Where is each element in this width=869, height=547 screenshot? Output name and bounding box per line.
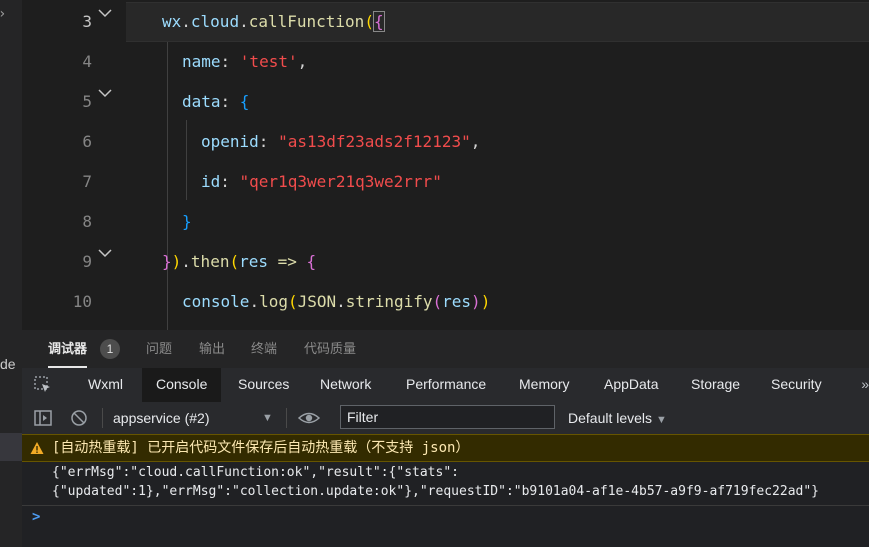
- warning-icon: [30, 442, 44, 454]
- toolbar-divider: [286, 408, 287, 428]
- more-tabs-icon[interactable]: »: [861, 368, 869, 400]
- code-text: name: 'test',: [182, 52, 308, 71]
- explorer-selected-row[interactable]: [0, 433, 22, 461]
- tab-code-quality[interactable]: 代码质量: [304, 330, 356, 368]
- log-text-line-2: {"updated":1},"errMsg":"collection.updat…: [52, 484, 820, 499]
- tab-output[interactable]: 输出: [199, 330, 225, 368]
- code-text: data: {: [182, 92, 250, 111]
- tab-appdata[interactable]: AppData: [604, 368, 658, 402]
- inspect-element-icon[interactable]: [34, 376, 52, 394]
- dropdown-caret-icon: ▼: [655, 414, 667, 426]
- panel-tab-bar: 调试器 1 问题 输出 终端 代码质量: [22, 330, 869, 368]
- code-text: openid: "as13df23ads2f12123",: [201, 132, 481, 151]
- context-selector[interactable]: appservice (#2): [113, 402, 210, 434]
- console-toolbar: appservice (#2) ▼ Default levels ▼: [22, 402, 869, 435]
- code-line-9[interactable]: 9 }).then(res => {: [22, 242, 869, 282]
- code-editor[interactable]: 3 wx.cloud.callFunction({ 4 name: 'test'…: [22, 0, 869, 330]
- line-number: 10: [72, 292, 92, 311]
- console-log-message: {"errMsg":"cloud.callFunction:ok","resul…: [22, 462, 869, 506]
- code-line-8[interactable]: 8 }: [22, 202, 869, 242]
- sidebar-toggle-icon[interactable]: [34, 409, 52, 427]
- line-number: 3: [82, 12, 92, 31]
- tab-storage[interactable]: Storage: [691, 368, 740, 402]
- line-number: 6: [82, 132, 92, 151]
- line-number: 8: [82, 212, 92, 231]
- fold-chevron-icon[interactable]: [98, 8, 112, 18]
- line-number: 4: [82, 52, 92, 71]
- code-text: console.log(JSON.stringify(res)): [182, 292, 491, 311]
- code-line-4[interactable]: 4 name: 'test',: [22, 42, 869, 82]
- fold-chevron-icon[interactable]: [98, 248, 112, 258]
- tab-debugger[interactable]: 调试器: [48, 330, 88, 368]
- devtools-tab-bar: Wxml Console Sources Network Performance…: [22, 368, 869, 403]
- code-line-5[interactable]: 5 data: {: [22, 82, 869, 122]
- tab-performance[interactable]: Performance: [406, 368, 486, 402]
- code-text: }: [182, 212, 192, 231]
- code-line-6[interactable]: 6 openid: "as13df23ads2f12123",: [22, 122, 869, 162]
- warning-text: [自动热重载] 已开启代码文件保存后自动热重载（不支持 json）: [52, 440, 470, 456]
- explorer-item-fragment[interactable]: de: [0, 356, 16, 372]
- tab-network[interactable]: Network: [320, 368, 371, 402]
- line-number: 9: [82, 252, 92, 271]
- line-number: 7: [82, 172, 92, 191]
- chevron-right-icon[interactable]: ›: [0, 6, 6, 22]
- code-line-3[interactable]: 3 wx.cloud.callFunction({: [22, 2, 869, 42]
- code-text: }).then(res => {: [162, 252, 317, 271]
- line-number: 5: [82, 92, 92, 111]
- console-warning-message: [自动热重载] 已开启代码文件保存后自动热重载（不支持 json）: [22, 434, 869, 462]
- tab-problems[interactable]: 问题: [146, 330, 172, 368]
- log-text-line-1: {"errMsg":"cloud.callFunction:ok","resul…: [52, 465, 459, 480]
- explorer-strip: › de: [0, 0, 23, 547]
- filter-input[interactable]: [340, 405, 555, 429]
- tab-memory[interactable]: Memory: [519, 368, 570, 402]
- console-prompt-icon[interactable]: >: [32, 506, 40, 528]
- toolbar-divider: [102, 408, 103, 428]
- tab-terminal[interactable]: 终端: [251, 330, 277, 368]
- dropdown-caret-icon[interactable]: ▼: [262, 402, 273, 434]
- tab-security[interactable]: Security: [771, 368, 822, 402]
- code-text: id: "qer1q3wer21q3we2rrr": [201, 172, 442, 191]
- fold-chevron-icon[interactable]: [98, 88, 112, 98]
- log-levels-dropdown[interactable]: Default levels ▼: [568, 402, 667, 436]
- tab-wxml[interactable]: Wxml: [88, 368, 123, 402]
- code-line-10[interactable]: 10 console.log(JSON.stringify(res)): [22, 282, 869, 322]
- code-text: wx.cloud.callFunction({: [162, 11, 385, 32]
- code-line-7[interactable]: 7 id: "qer1q3wer21q3we2rrr": [22, 162, 869, 202]
- console-output: [自动热重载] 已开启代码文件保存后自动热重载（不支持 json） {"errM…: [22, 434, 869, 547]
- tab-sources[interactable]: Sources: [238, 368, 289, 402]
- debugger-count-badge: 1: [100, 339, 120, 359]
- eye-icon[interactable]: [298, 409, 320, 427]
- log-levels-label: Default levels: [568, 410, 653, 426]
- clear-console-icon[interactable]: [70, 409, 88, 427]
- tab-console[interactable]: Console: [142, 368, 222, 402]
